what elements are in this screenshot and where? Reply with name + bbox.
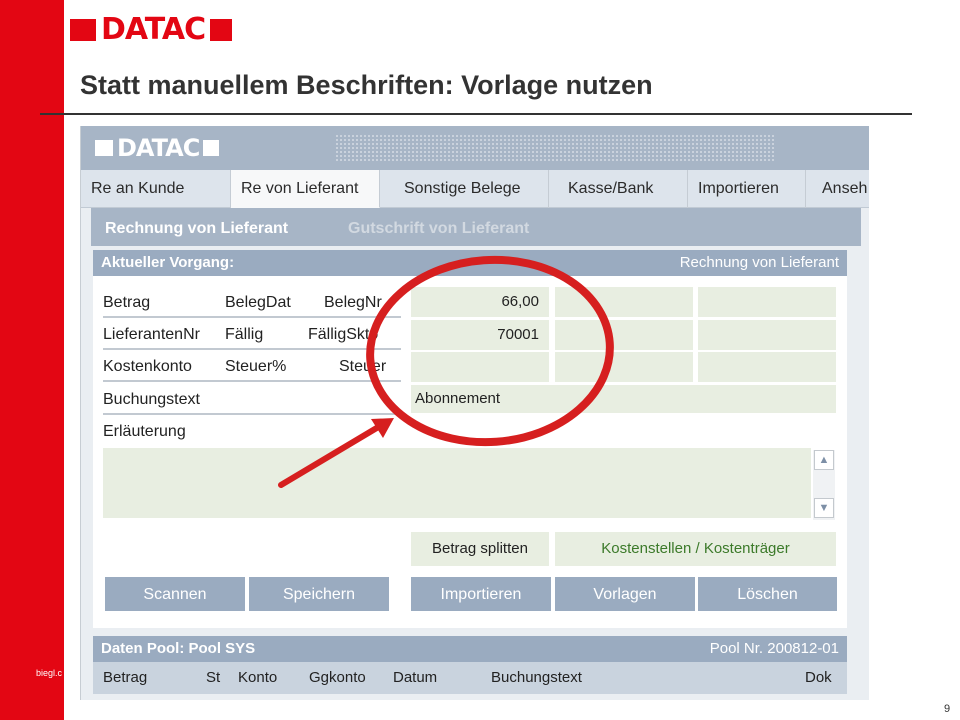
belegnr-field[interactable] bbox=[698, 287, 836, 317]
footer-note: biegl.c bbox=[36, 668, 63, 678]
row-divider bbox=[103, 413, 401, 415]
label-steuerprozent: Steuer% bbox=[225, 358, 287, 375]
logo-block-right bbox=[210, 19, 233, 41]
col-betrag[interactable]: Betrag bbox=[103, 662, 147, 694]
left-red-bar bbox=[0, 0, 64, 720]
logo-text: DATAC bbox=[101, 12, 206, 47]
col-st[interactable]: St bbox=[206, 662, 220, 694]
tab-ansehen[interactable]: Anseh bbox=[812, 170, 869, 208]
label-erlaeuterung: Erläuterung bbox=[103, 423, 186, 440]
triangle-up-icon[interactable]: ▲ bbox=[814, 450, 834, 470]
label-faellig: Fällig bbox=[225, 326, 264, 343]
pool-header: Daten Pool: Pool SYS Pool Nr. 200812-01 bbox=[93, 636, 847, 662]
app-logo-text: DATAC bbox=[117, 134, 200, 162]
subtab-rechnung[interactable]: Rechnung von Lieferant bbox=[105, 208, 288, 250]
betrag-splitten-button[interactable]: Betrag splitten bbox=[411, 532, 549, 566]
app-logo-block-left bbox=[95, 140, 113, 156]
faellig-field[interactable] bbox=[555, 320, 693, 350]
importieren-button[interactable]: Importieren bbox=[411, 577, 551, 611]
datac-logo: DATAC bbox=[70, 12, 233, 47]
scannen-button[interactable]: Scannen bbox=[105, 577, 245, 611]
vorgang-type: Rechnung von Lieferant bbox=[679, 254, 839, 271]
lieferantennr-field[interactable]: 70001 bbox=[411, 320, 549, 350]
label-buchungstext: Buchungstext bbox=[103, 391, 200, 408]
loeschen-button[interactable]: Löschen bbox=[698, 577, 837, 611]
subtab-gutschrift[interactable]: Gutschrift von Lieferant bbox=[348, 208, 529, 250]
pool-number: Pool Nr. 200812-01 bbox=[709, 640, 839, 657]
main-tabs: Re an Kunde Re von Lieferant Sonstige Be… bbox=[81, 170, 869, 208]
row-divider bbox=[103, 316, 401, 318]
header-dot-pattern bbox=[335, 134, 775, 162]
label-steuer: Steuer bbox=[339, 358, 387, 375]
col-dok[interactable]: Dok bbox=[805, 662, 832, 694]
row-divider bbox=[103, 348, 401, 350]
app-logo-block-right bbox=[203, 140, 220, 156]
col-konto[interactable]: Konto bbox=[238, 662, 277, 694]
kostenkonto-field[interactable] bbox=[411, 352, 549, 382]
label-kostenkonto: Kostenkonto bbox=[103, 358, 192, 375]
title-rule bbox=[40, 113, 912, 115]
tab-re-von-lieferant[interactable]: Re von Lieferant bbox=[231, 170, 380, 208]
belegdat-field[interactable] bbox=[555, 287, 693, 317]
tab-sonstige-belege[interactable]: Sonstige Belege bbox=[394, 170, 549, 208]
label-belegdat: BelegDat bbox=[225, 294, 291, 311]
steuer-field[interactable] bbox=[698, 352, 836, 382]
app-header: DATAC bbox=[81, 126, 869, 170]
label-lieferantennr: LieferantenNr bbox=[103, 326, 200, 343]
slide-title: Statt manuellem Beschriften: Vorlage nut… bbox=[80, 70, 653, 100]
betrag-field[interactable]: 66,00 bbox=[411, 287, 549, 317]
app-window: DATAC Re an Kunde Re von Lieferant Sonst… bbox=[80, 126, 869, 700]
vorgang-title: Aktueller Vorgang: bbox=[101, 254, 235, 271]
pool-column-header: Betrag St Konto Ggkonto Datum Buchungste… bbox=[93, 662, 847, 694]
steuerprozent-field[interactable] bbox=[555, 352, 693, 382]
label-betrag: Betrag bbox=[103, 294, 151, 311]
tab-importieren[interactable]: Importieren bbox=[688, 170, 806, 208]
buchungstext-field[interactable]: Abonnement bbox=[411, 385, 836, 413]
erlaeuterung-textarea[interactable] bbox=[103, 448, 811, 518]
subtab-bar: Rechnung von Lieferant Gutschrift von Li… bbox=[91, 208, 861, 246]
label-belegnr: BelegNr bbox=[324, 294, 382, 311]
triangle-down-icon[interactable]: ▼ bbox=[814, 498, 834, 518]
col-ggkonto[interactable]: Ggkonto bbox=[309, 662, 366, 694]
logo-block-left bbox=[70, 19, 96, 41]
kostenstellen-button[interactable]: Kostenstellen / Kostenträger bbox=[555, 532, 836, 566]
vorlagen-button[interactable]: Vorlagen bbox=[555, 577, 695, 611]
textarea-scrollbar[interactable]: ▲ ▼ bbox=[813, 450, 835, 520]
faelligskto-field[interactable] bbox=[698, 320, 836, 350]
tab-kasse-bank[interactable]: Kasse/Bank bbox=[558, 170, 688, 208]
row-divider bbox=[103, 380, 401, 382]
pool-title: Daten Pool: Pool SYS bbox=[101, 640, 256, 657]
col-datum[interactable]: Datum bbox=[393, 662, 437, 694]
speichern-button[interactable]: Speichern bbox=[249, 577, 389, 611]
vorgang-header: Aktueller Vorgang: Rechnung von Lieferan… bbox=[93, 250, 847, 276]
col-buchungstext[interactable]: Buchungstext bbox=[491, 662, 582, 694]
page-number: 9 bbox=[944, 703, 951, 715]
label-faelligskto: FälligSkto bbox=[308, 326, 379, 343]
tab-re-an-kunde[interactable]: Re an Kunde bbox=[81, 170, 231, 208]
app-logo: DATAC bbox=[95, 134, 220, 162]
